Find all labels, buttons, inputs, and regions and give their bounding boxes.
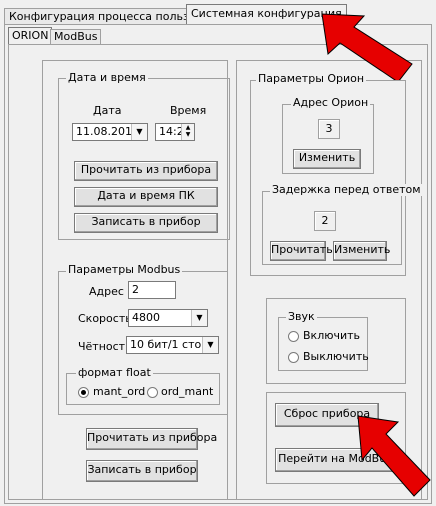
ord-mant-radio[interactable] [147,387,158,398]
modbus-speed-label: Скорость [78,312,132,325]
float-format-title: формат float [76,366,153,379]
modbus-address-value: 2 [132,283,139,296]
delay-read-button[interactable]: Прочитать [270,241,333,261]
modbus-parity-value: 10 бит/1 стоп [130,338,209,351]
modbus-address-input[interactable]: 2 [128,281,176,299]
modbus-read-button[interactable]: Прочитать из прибора [86,428,217,450]
date-value: 11.08.2015 [76,125,139,138]
modbus-parity-label: Чётность [78,340,132,353]
time-label: Время [170,104,207,117]
arrow-icon [357,415,431,497]
delay-title: Задержка перед ответом [270,183,423,196]
delay-change-button[interactable]: Изменить [333,241,390,261]
time-spinner-icon[interactable]: ▲ ▼ [181,124,194,140]
orion-address-change-button[interactable]: Изменить [293,149,361,169]
datetime-pc-button[interactable]: Дата и время ПК [74,187,218,207]
speed-dropdown-icon[interactable]: ▼ [191,310,207,326]
orion-address-title: Адрес Орион [291,96,371,109]
arrow-icon [321,13,413,80]
ord-mant-label: ord_mant [161,385,214,398]
delay-value: 2 [314,211,336,231]
modbus-params-title: Параметры Modbus [66,263,183,276]
datetime-group-title: Дата и время [66,71,148,84]
parity-dropdown-icon[interactable]: ▼ [202,337,218,353]
sound-frame [266,298,406,384]
tab-modbus[interactable]: ModBus [50,29,102,44]
modbus-speed-value: 4800 [132,311,160,324]
tab-orion[interactable]: ORION [8,27,53,44]
modbus-address-label: Адрес [89,285,124,298]
orion-address-value: 3 [318,119,340,139]
date-label: Дата [93,104,122,117]
date-dropdown-icon[interactable]: ▼ [131,124,147,140]
mant-ord-label: mant_ord [93,385,146,398]
datetime-read-button[interactable]: Прочитать из прибора [74,161,218,181]
modbus-write-button[interactable]: Записать в прибор [86,460,198,482]
datetime-write-button[interactable]: Записать в прибор [74,213,218,233]
mant-ord-radio[interactable] [78,387,89,398]
radio-selected-dot [81,390,86,395]
